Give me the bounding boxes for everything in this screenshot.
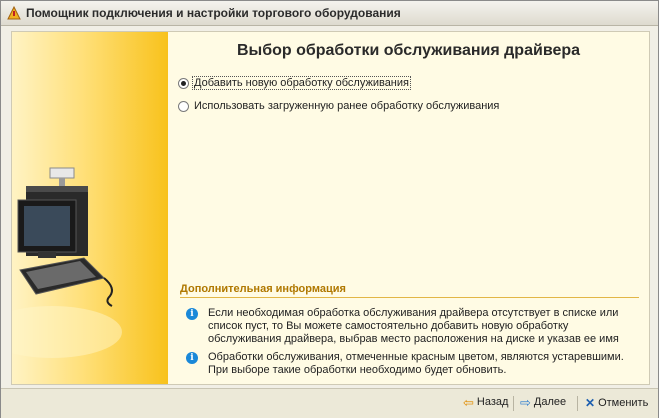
radio-button-selected[interactable]: [178, 77, 189, 89]
next-button-label: Далее: [533, 396, 567, 408]
info-item: i Обработки обслуживания, отмеченные кра…: [186, 351, 636, 377]
arrow-left-icon: ⇦: [463, 394, 474, 410]
cancel-button[interactable]: ✕ Отменить: [585, 396, 648, 410]
next-button[interactable]: ⇨ Далее: [520, 394, 567, 410]
option-use-loaded-label[interactable]: Использовать загруженную ранее обработку…: [193, 100, 500, 112]
app-icon: [7, 6, 21, 20]
additional-info-header: Дополнительная информация: [180, 283, 639, 298]
page-title: Выбор обработки обслуживания драйвера: [236, 42, 581, 59]
window-title: Помощник подключения и настройки торгово…: [26, 6, 401, 20]
illustration-panel: [12, 32, 168, 384]
wizard-window: Помощник подключения и настройки торгово…: [0, 0, 659, 418]
option-use-loaded[interactable]: Использовать загруженную ранее обработку…: [178, 98, 500, 114]
back-button[interactable]: ⇦ Назад: [463, 394, 509, 410]
info-item: i Если необходимая обработка обслуживани…: [186, 307, 636, 346]
separator: [577, 396, 578, 411]
title-bar: Помощник подключения и настройки торгово…: [1, 1, 658, 26]
content-panel: Выбор обработки обслуживания драйвера До…: [168, 32, 649, 384]
back-button-label: Назад: [476, 396, 509, 408]
info-icon: i: [186, 352, 198, 364]
info-text: Обработки обслуживания, отмеченные красн…: [208, 351, 624, 376]
info-text: Если необходимая обработка обслуживания …: [208, 307, 619, 345]
separator: [513, 396, 514, 411]
arrow-right-icon: ⇨: [520, 394, 531, 410]
option-add-new[interactable]: Добавить новую обработку обслуживания: [178, 75, 411, 91]
info-icon: i: [186, 308, 198, 320]
button-bar: ⇦ Назад ⇨ Далее ✕ Отменить: [1, 388, 658, 418]
wizard-body: Выбор обработки обслуживания драйвера До…: [11, 31, 650, 385]
cancel-button-label: Отменить: [598, 397, 649, 409]
close-icon: ✕: [585, 396, 596, 410]
option-add-new-label[interactable]: Добавить новую обработку обслуживания: [192, 76, 411, 90]
radio-button[interactable]: [178, 100, 189, 112]
pos-terminal-illustration: [12, 167, 122, 358]
